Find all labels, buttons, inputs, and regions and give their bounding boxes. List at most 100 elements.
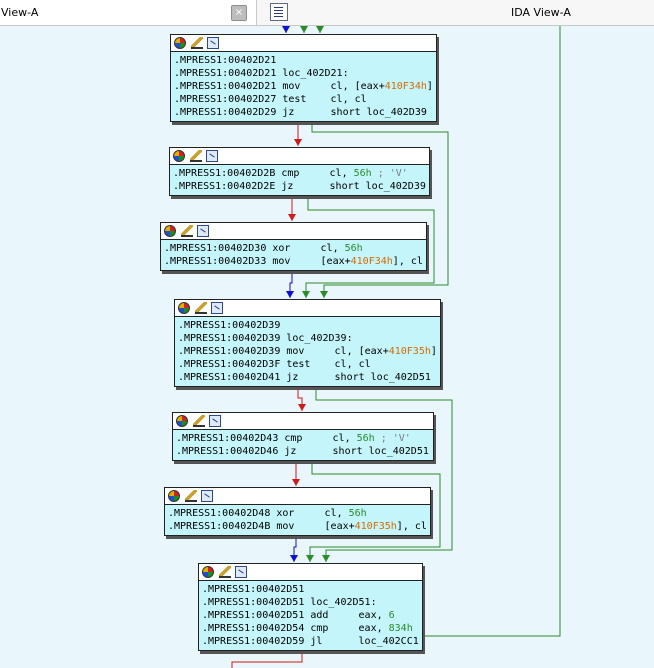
edge-entry-arrowhead [282,26,290,33]
code-token: .MPRESS1:00402D59 jl loc_402CC1 [202,636,419,647]
code-line: .MPRESS1:00402D27 test cl, cl [174,93,433,106]
code-token: .MPRESS1:00402D33 mov [eax+ [164,256,351,267]
code-token: 56h [348,508,367,519]
code-token: ] [430,346,437,357]
node-header [170,148,429,165]
graph-view[interactable]: .MPRESS1:00402D21 .MPRESS1:00402D21 loc_4… [0,26,654,668]
code-line: .MPRESS1:00402D33 mov [eax+410F34h], cl [164,255,423,268]
node-code: .MPRESS1:00402D39 .MPRESS1:00402D39 loc_4… [175,317,440,386]
edge-false [231,651,303,668]
node-code: .MPRESS1:00402D30 xor cl, 56h .MPRESS1:00… [161,240,426,270]
edge-true-arrowhead [322,555,330,562]
tab-ida-view-a[interactable]: IDA View-A [511,6,571,19]
code-line: .MPRESS1:00402D39 mov cl, [eax+410F35h] [178,345,437,358]
code-token: 56h [344,243,363,254]
tab-left-label: View-A [1,6,39,19]
edge-false-arrowhead [288,214,296,221]
color-icon[interactable] [168,490,180,502]
code-token: .MPRESS1:00402D3F test cl, cl [178,359,371,370]
node-code: .MPRESS1:00402D51 .MPRESS1:00402D51 loc_4… [199,581,422,650]
code-token: .MPRESS1:00402D30 xor cl, [164,243,345,254]
code-line: .MPRESS1:00402D4B mov [eax+410F35h], cl [168,520,427,533]
rename-icon[interactable] [193,415,205,427]
code-token: 410F35h [354,521,397,532]
graph-icon[interactable] [207,37,219,49]
code-line: .MPRESS1:00402D21 [174,54,433,67]
rename-icon[interactable] [185,490,197,502]
rename-icon[interactable] [181,225,193,237]
code-token: 6 [388,610,395,621]
close-icon[interactable]: × [231,5,247,21]
code-token: ] [426,81,433,92]
node-code: .MPRESS1:00402D48 xor cl, 56h .MPRESS1:00… [165,505,430,535]
code-block-node[interactable]: .MPRESS1:00402D2B cmp cl, 56h ; 'V' .MPRE… [169,147,430,196]
code-token: ; 'V' [371,168,408,179]
color-icon[interactable] [176,415,188,427]
code-block-node[interactable]: .MPRESS1:00402D51 .MPRESS1:00402D51 loc_4… [198,563,423,651]
graph-icon[interactable] [211,302,223,314]
rename-icon[interactable] [195,302,207,314]
code-token: ], cl [392,256,423,267]
code-block-node[interactable]: .MPRESS1:00402D30 xor cl, 56h .MPRESS1:00… [160,222,427,271]
node-header [199,564,422,581]
graph-icon[interactable] [235,566,247,578]
code-token: .MPRESS1:00402D51 add eax, [202,610,389,621]
code-token: ; 'V' [374,433,411,444]
code-token: .MPRESS1:00402D4B mov [eax+ [168,521,355,532]
code-line: .MPRESS1:00402D39 [178,319,437,332]
graph-icon[interactable] [209,415,221,427]
edge-entry-arrowhead [300,26,308,33]
graph-icon[interactable] [206,150,218,162]
code-line: .MPRESS1:00402D46 jz short loc_402D51 [176,445,430,458]
code-token: 56h [353,168,372,179]
node-header [171,35,436,52]
node-code: .MPRESS1:00402D21 .MPRESS1:00402D21 loc_4… [171,52,436,121]
node-header [175,300,440,317]
code-token: .MPRESS1:00402D27 test cl, cl [174,94,367,105]
edge-true-arrowhead [302,291,310,298]
color-icon[interactable] [178,302,190,314]
rename-icon[interactable] [191,37,203,49]
code-line: .MPRESS1:00402D2E jz short loc_402D39 [173,180,426,193]
edge-uncond-arrowhead [286,291,294,298]
code-token: .MPRESS1:00402D51 loc_402D51: [202,597,377,608]
tab-left-view[interactable]: View-A × [0,0,257,25]
code-block-node[interactable]: .MPRESS1:00402D39 .MPRESS1:00402D39 loc_4… [174,299,441,387]
edge-entry-arrowhead [316,26,324,33]
tab-bar: View-A × IDA View-A [0,0,654,26]
code-block-node[interactable]: .MPRESS1:00402D21 .MPRESS1:00402D21 loc_4… [170,34,437,122]
listing-view-icon[interactable] [270,3,288,21]
code-block-node[interactable]: .MPRESS1:00402D48 xor cl, 56h .MPRESS1:00… [164,487,431,536]
node-header [165,488,430,505]
color-icon[interactable] [173,150,185,162]
code-line: .MPRESS1:00402D41 jz short loc_402D51 [178,371,437,384]
edge-false-arrowhead [298,404,306,411]
code-token: .MPRESS1:00402D46 jz short loc_402D51 [176,446,429,457]
edge-uncond-arrowhead [290,555,298,562]
node-header [161,223,426,240]
code-token: .MPRESS1:00402D39 [178,320,281,331]
code-token: .MPRESS1:00402D39 mov cl, [eax+ [178,346,389,357]
code-line: .MPRESS1:00402D21 loc_402D21: [174,67,433,80]
edge-false-arrowhead [292,479,300,486]
code-token: .MPRESS1:00402D54 cmp eax, [202,623,389,634]
code-token: .MPRESS1:00402D51 [202,584,305,595]
code-line: .MPRESS1:00402D59 jl loc_402CC1 [202,635,419,648]
node-header [173,413,433,430]
code-token: 410F35h [388,346,431,357]
code-block-node[interactable]: .MPRESS1:00402D43 cmp cl, 56h ; 'V' .MPRE… [172,412,434,461]
code-line: .MPRESS1:00402D2B cmp cl, 56h ; 'V' [173,167,426,180]
color-icon[interactable] [202,566,214,578]
code-token: .MPRESS1:00402D48 xor cl, [168,508,349,519]
graph-icon[interactable] [197,225,209,237]
rename-icon[interactable] [190,150,202,162]
code-token: 56h [356,433,375,444]
graph-icon[interactable] [201,490,213,502]
code-token: .MPRESS1:00402D39 loc_402D39: [178,333,353,344]
code-line: .MPRESS1:00402D29 jz short loc_402D39 [174,106,433,119]
color-icon[interactable] [164,225,176,237]
code-line: .MPRESS1:00402D51 [202,583,419,596]
rename-icon[interactable] [219,566,231,578]
code-line: .MPRESS1:00402D51 loc_402D51: [202,596,419,609]
color-icon[interactable] [174,37,186,49]
